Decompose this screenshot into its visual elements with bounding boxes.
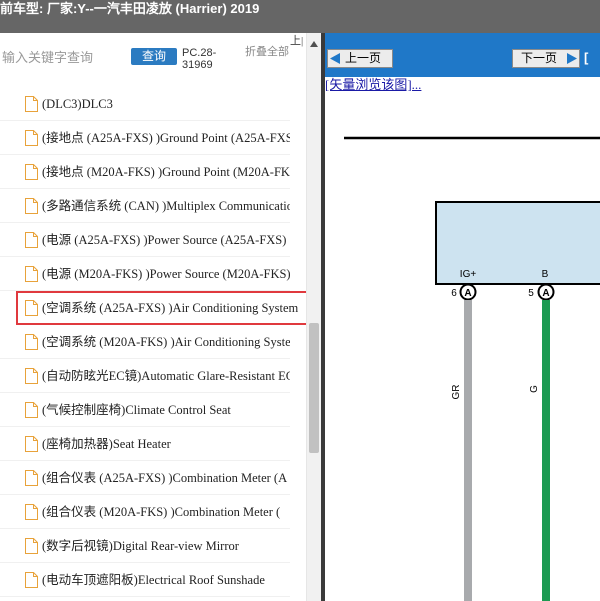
next-page-button[interactable]: 下一页 <box>512 49 580 68</box>
tree-item[interactable]: (组合仪表 (A25A-FXS) )Combination Meter (A <box>0 461 290 495</box>
tree-item-label: (气候控制座椅)Climate Control Seat <box>42 403 231 417</box>
document-icon <box>25 470 38 486</box>
document-icon <box>25 300 38 316</box>
tree-item-label: (电源 (A25A-FXS) )Power Source (A25A-FXS) <box>42 233 287 247</box>
search-row: 查询 PC.28-31969 折叠全部 上| <box>0 33 308 87</box>
pin-name-b: B <box>542 269 549 280</box>
document-icon <box>25 266 38 282</box>
document-icon <box>25 504 38 520</box>
document-icon <box>25 538 38 554</box>
window-title: 前车型: 厂家:Y--一汽丰田凌放 (Harrier) 2019 <box>0 1 260 16</box>
search-input[interactable] <box>2 47 122 67</box>
pin-name-ig: IG+ <box>460 269 477 280</box>
wiring-diagram: IG+ B 6 A 5 A GR G <box>344 136 600 601</box>
right-panel: 上一页 下一页 [ [矢量浏览该图]... IG+ B 6 A 5 A GR G <box>325 33 600 601</box>
document-icon <box>25 436 38 452</box>
tree-item-label: (多路通信系统 (CAN) )Multiplex Communication <box>42 199 290 213</box>
tree-item[interactable]: (接地点 (M20A-FKS) )Ground Point (M20A-FKS) <box>0 155 290 189</box>
pc-code: PC.28-31969 <box>182 47 217 71</box>
tree-item-label: (自动防眩光EC镜)Automatic Glare-Resistant EC <box>42 369 290 383</box>
document-icon <box>25 96 38 112</box>
wire-g <box>542 300 550 601</box>
tree-item[interactable]: (DLC3)DLC3 <box>0 87 290 121</box>
tree-item[interactable]: (数字后视镜)Digital Rear-view Mirror <box>0 529 290 563</box>
scroll-thumb[interactable] <box>309 323 319 453</box>
tree-item-label: (接地点 (M20A-FKS) )Ground Point (M20A-FKS) <box>42 165 290 179</box>
tree-item[interactable]: (空调系统 (M20A-FKS) )Air Conditioning Syste… <box>0 325 290 359</box>
prev-page-label: 上一页 <box>345 51 382 65</box>
title-bar: 前车型: 厂家:Y--一汽丰田凌放 (Harrier) 2019 <box>0 0 600 33</box>
tree-item-label: (接地点 (A25A-FXS) )Ground Point (A25A-FXS) <box>42 131 290 145</box>
document-icon <box>25 572 38 588</box>
tree-item-label: (座椅加热器)Seat Heater <box>42 437 171 451</box>
tree-item-label: (电动车顶遮阳板)Electrical Roof Sunshade <box>42 573 265 587</box>
collapse-all-button[interactable]: 折叠全部 <box>245 47 293 58</box>
search-button[interactable]: 查询 <box>131 48 177 65</box>
left-scrollbar[interactable] <box>306 33 321 601</box>
tree-item[interactable]: (气候控制座椅)Climate Control Seat <box>0 393 290 427</box>
wire-code-gr: GR <box>451 385 462 400</box>
tree-item-label: (组合仪表 (A25A-FXS) )Combination Meter (A <box>42 471 288 485</box>
document-icon <box>25 368 38 384</box>
tree-item-label: (数字后视镜)Digital Rear-view Mirror <box>42 539 239 553</box>
wire-code-g: G <box>529 385 540 393</box>
vector-view-link[interactable]: [矢量浏览该图]... <box>325 77 421 93</box>
tree-item[interactable]: (多路通信系统 (CAN) )Multiplex Communication <box>0 189 290 223</box>
connector-letter-ig: A <box>464 288 471 299</box>
tree-item[interactable]: (组合仪表 (M20A-FKS) )Combination Meter ( <box>0 495 290 529</box>
tree-item[interactable]: (电动车顶遮阳板)Electrical Roof Sunshade <box>0 563 290 597</box>
scroll-up-icon[interactable] <box>310 41 318 47</box>
pin-number-6: 6 <box>451 288 457 299</box>
tree-item-label: (空调系统 (A25A-FXS) )Air Conditioning Syste… <box>42 301 299 315</box>
document-icon <box>25 130 38 146</box>
tree-item[interactable]: (接地点 (A25A-FXS) )Ground Point (A25A-FXS) <box>0 121 290 155</box>
left-panel: 查询 PC.28-31969 折叠全部 上| (DLC3)DLC3 (接地点 (A… <box>0 33 321 601</box>
tree-item-label: (电源 (M20A-FKS) )Power Source (M20A-FKS) <box>42 267 290 281</box>
document-icon <box>25 164 38 180</box>
arrow-right-icon <box>567 53 577 64</box>
arrow-left-icon <box>330 53 340 64</box>
next-page-label: 下一页 <box>521 51 558 65</box>
document-icon <box>25 334 38 350</box>
tree-item[interactable]: (电源 (M20A-FKS) )Power Source (M20A-FKS) <box>0 257 290 291</box>
tree-item-label: (组合仪表 (M20A-FKS) )Combination Meter ( <box>42 505 281 519</box>
connector-letter-b: A <box>542 288 549 299</box>
tree-item-selected[interactable]: (空调系统 (A25A-FXS) )Air Conditioning Syste… <box>16 291 313 325</box>
document-icon <box>25 402 38 418</box>
prev-partial-text: 上| <box>290 35 304 47</box>
pin-number-5: 5 <box>528 288 534 299</box>
tree-item[interactable]: (电源 (A25A-FXS) )Power Source (A25A-FXS) <box>0 223 290 257</box>
viewer-toolbar: 上一页 下一页 [ <box>325 33 600 77</box>
tree-item-label: (空调系统 (M20A-FKS) )Air Conditioning Syste… <box>42 335 290 349</box>
toolbar-partial-text: [ <box>584 50 589 65</box>
wire-gr <box>464 300 472 601</box>
tree-item[interactable]: (座椅加热器)Seat Heater <box>0 427 290 461</box>
prev-page-button[interactable]: 上一页 <box>327 49 393 68</box>
document-icon <box>25 232 38 248</box>
tree-item-label: (DLC3)DLC3 <box>42 97 113 111</box>
tree-item[interactable]: (自动防眩光EC镜)Automatic Glare-Resistant EC <box>0 359 290 393</box>
document-icon <box>25 198 38 214</box>
